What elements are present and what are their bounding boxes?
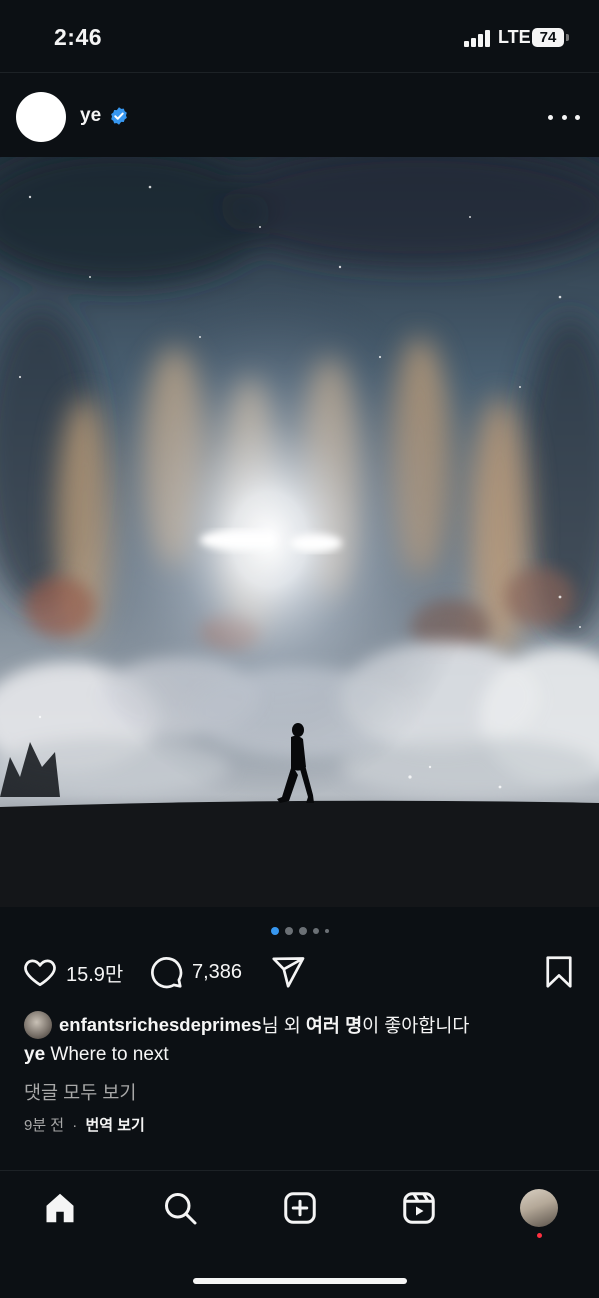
caption: ye Where to next xyxy=(24,1044,169,1066)
carousel-dot xyxy=(298,927,307,935)
send-icon xyxy=(272,957,305,988)
dot xyxy=(561,114,567,120)
comment-button[interactable]: 7,386 xyxy=(148,950,242,994)
tabbar-divider xyxy=(0,1170,599,1171)
post-image[interactable] xyxy=(0,157,599,907)
like-button[interactable]: 15.9만 xyxy=(22,950,123,994)
reels-icon xyxy=(403,1192,435,1224)
header-divider xyxy=(0,72,599,73)
status-time: 2:46 xyxy=(54,24,103,50)
liker-avatar[interactable] xyxy=(24,1011,52,1039)
verified-badge-icon xyxy=(111,107,127,125)
carousel-dot xyxy=(324,929,329,933)
caption-username[interactable]: ye xyxy=(24,1044,45,1065)
post-actions: 15.9만 7,386 xyxy=(0,950,599,994)
likes-count[interactable]: 15.9만 xyxy=(66,958,123,987)
notification-dot xyxy=(537,1233,542,1238)
liked-by-suffix: 님 외 xyxy=(261,1015,306,1036)
author-avatar[interactable] xyxy=(16,92,66,142)
bookmark-icon xyxy=(546,956,572,988)
view-all-comments-link[interactable]: 댓글 모두 보기 xyxy=(24,1079,136,1105)
tab-search[interactable] xyxy=(160,1188,200,1228)
liked-by-line[interactable]: enfantsrichesdeprimes 님 외 여러 명이 좋아합니다 xyxy=(24,1011,469,1039)
post-artwork-image xyxy=(0,157,599,907)
home-indicator xyxy=(193,1278,407,1284)
bottom-tab-bar xyxy=(0,1172,599,1252)
liker-username[interactable]: enfantsrichesdeprimes xyxy=(59,1014,262,1036)
home-icon xyxy=(46,1193,74,1223)
carousel-dot-active xyxy=(270,927,279,935)
post-meta: 9분 전 · 번역 보기 xyxy=(24,1114,145,1135)
profile-avatar xyxy=(520,1189,558,1227)
dot xyxy=(575,114,580,120)
comments-count[interactable]: 7,386 xyxy=(192,961,242,984)
tab-reels[interactable] xyxy=(399,1188,439,1228)
dot xyxy=(548,114,553,120)
tab-profile[interactable] xyxy=(519,1188,559,1228)
carousel-dot xyxy=(284,927,293,935)
battery-icon: 74 xyxy=(532,28,564,47)
liked-by-end: 이 좋아합니다 xyxy=(362,1015,470,1036)
author-username[interactable]: ye xyxy=(80,105,101,127)
liked-by-others[interactable]: 여러 명 xyxy=(306,1012,362,1038)
caption-text: Where to next xyxy=(50,1044,169,1065)
plus-square-icon xyxy=(284,1192,316,1224)
battery-nub xyxy=(566,34,569,41)
status-bar: 2:46 LTE 74 xyxy=(0,0,599,72)
network-label: LTE xyxy=(498,27,531,47)
tab-create[interactable] xyxy=(280,1188,320,1228)
tab-home[interactable] xyxy=(40,1188,80,1228)
search-icon xyxy=(165,1193,197,1225)
share-button[interactable] xyxy=(270,950,306,994)
signal-icon xyxy=(464,30,492,47)
carousel-dot xyxy=(312,928,319,934)
post-header: ye xyxy=(0,84,599,150)
more-options-button[interactable] xyxy=(548,106,580,128)
comment-icon xyxy=(151,957,183,989)
see-translation-link[interactable]: 번역 보기 xyxy=(85,1117,144,1134)
meta-separator: · xyxy=(72,1117,78,1134)
save-button[interactable] xyxy=(541,950,577,994)
post-timestamp: 9분 전 xyxy=(24,1117,65,1134)
carousel-indicator xyxy=(0,925,599,937)
heart-icon xyxy=(24,959,56,987)
